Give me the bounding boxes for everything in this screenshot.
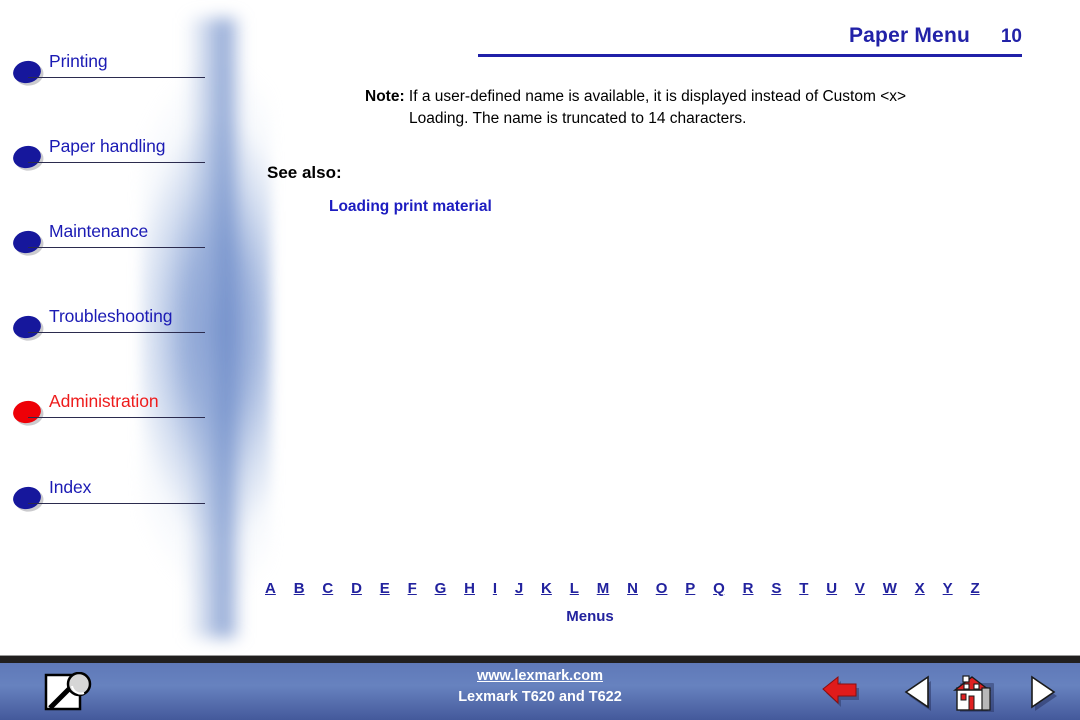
sidebar-navigation: Printing Paper handling Maintenance Trou… — [0, 0, 272, 655]
index-letter-l[interactable]: L — [570, 580, 579, 597]
index-letter-b[interactable]: B — [294, 580, 305, 597]
index-letter-s[interactable]: S — [771, 580, 781, 597]
index-letter-r[interactable]: R — [743, 580, 754, 597]
header-divider-rule — [478, 54, 1022, 57]
sidebar-item-label: Administration — [49, 391, 159, 411]
index-letter-q[interactable]: Q — [713, 580, 725, 597]
see-also-link-loading-print-material[interactable]: Loading print material — [329, 198, 492, 216]
index-letter-j[interactable]: J — [515, 580, 523, 597]
sidebar-item-printing[interactable]: Printing — [0, 50, 240, 94]
menus-link[interactable]: Menus — [265, 608, 915, 625]
alphabet-index-bar: A B C D E F G H I J K L M N O P Q R S T … — [265, 580, 980, 597]
sidebar-item-maintenance[interactable]: Maintenance — [0, 220, 240, 264]
footer-text-block: www.lexmark.com Lexmark T620 and T622 — [340, 666, 740, 708]
index-letter-d[interactable]: D — [351, 580, 362, 597]
home-button[interactable] — [952, 672, 996, 713]
index-letter-a[interactable]: A — [265, 580, 276, 597]
index-letter-f[interactable]: F — [408, 580, 417, 597]
sidebar-item-administration[interactable]: Administration — [0, 390, 240, 434]
sidebar-item-rule — [28, 332, 205, 333]
index-letter-e[interactable]: E — [380, 580, 390, 597]
index-letter-m[interactable]: M — [597, 580, 610, 597]
bullet-icon — [11, 484, 43, 512]
see-also-heading: See also: — [267, 163, 342, 182]
printer-model-label: Lexmark T620 and T622 — [458, 689, 622, 705]
sidebar-item-label: Maintenance — [49, 221, 149, 241]
main-content: Note: If a user-defined name is availabl… — [265, 78, 1035, 618]
magnifier-page-icon[interactable] — [42, 671, 96, 714]
index-letter-v[interactable]: V — [855, 580, 865, 597]
sidebar-item-rule — [28, 77, 205, 78]
index-letter-p[interactable]: P — [685, 580, 695, 597]
note-text-line-2: Loading. The name is truncated to 14 cha… — [409, 110, 747, 127]
index-letter-y[interactable]: Y — [943, 580, 953, 597]
index-letter-i[interactable]: I — [493, 580, 497, 597]
index-letter-w[interactable]: W — [883, 580, 897, 597]
back-button[interactable] — [820, 672, 864, 712]
sidebar-item-index[interactable]: Index — [0, 476, 240, 520]
sidebar-item-label: Printing — [49, 51, 108, 71]
note-block: Note: If a user-defined name is availabl… — [365, 86, 1025, 130]
page-number: 10 — [1000, 26, 1022, 47]
previous-page-button[interactable] — [898, 672, 942, 712]
bullet-icon — [11, 313, 43, 341]
bullet-icon — [11, 58, 43, 86]
note-first-line: Note: If a user-defined name is availabl… — [365, 86, 1025, 108]
bullet-icon — [11, 228, 43, 256]
lexmark-website-link[interactable]: www.lexmark.com — [340, 666, 740, 686]
index-letter-z[interactable]: Z — [971, 580, 980, 597]
index-letter-c[interactable]: C — [322, 580, 333, 597]
note-text-line-1: If a user-defined name is available, it … — [408, 88, 907, 105]
sidebar-item-label: Index — [49, 477, 92, 497]
bullet-icon — [11, 143, 43, 171]
sidebar-item-rule — [28, 162, 205, 163]
sidebar-item-rule — [28, 247, 205, 248]
document-page: Printing Paper handling Maintenance Trou… — [0, 0, 1080, 720]
index-letter-h[interactable]: H — [464, 580, 475, 597]
index-letter-t[interactable]: T — [799, 580, 808, 597]
index-letter-x[interactable]: X — [915, 580, 925, 597]
page-title: Paper Menu — [848, 24, 970, 47]
sidebar-item-label: Paper handling — [49, 136, 166, 156]
index-letter-o[interactable]: O — [656, 580, 668, 597]
sidebar-item-rule — [28, 417, 205, 418]
index-letter-n[interactable]: N — [627, 580, 638, 597]
page-header: Paper Menu 10 — [462, 24, 1022, 48]
bullet-icon — [11, 398, 43, 426]
index-letter-g[interactable]: G — [435, 580, 447, 597]
sidebar-item-label: Troubleshooting — [49, 306, 173, 326]
sidebar-item-troubleshooting[interactable]: Troubleshooting — [0, 305, 240, 349]
index-letter-k[interactable]: K — [541, 580, 552, 597]
next-page-button[interactable] — [1022, 672, 1066, 712]
sidebar-item-paper-handling[interactable]: Paper handling — [0, 135, 240, 179]
index-letter-u[interactable]: U — [826, 580, 837, 597]
sidebar-item-rule — [28, 503, 205, 504]
note-label: Note: — [365, 88, 405, 105]
